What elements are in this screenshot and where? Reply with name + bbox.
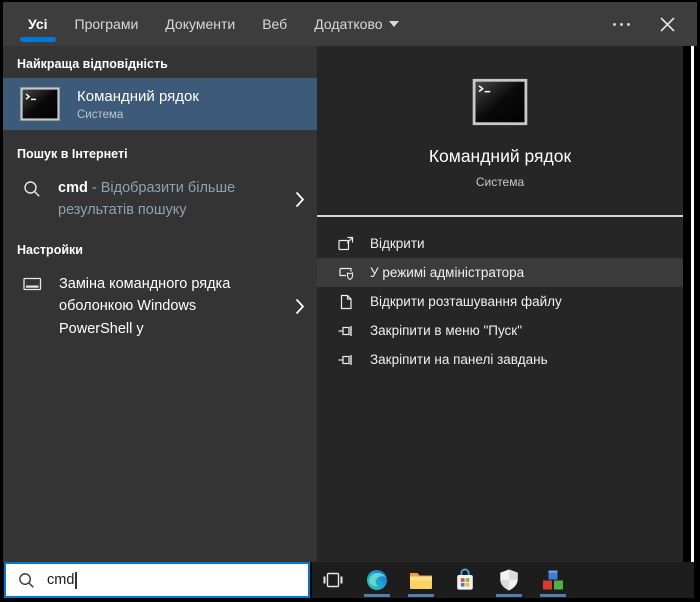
microsoft-edge-button[interactable] <box>362 562 392 598</box>
web-search-result[interactable]: cmd - Відобразити більше результатів пош… <box>3 168 317 228</box>
tab-more[interactable]: Додатково <box>314 3 399 45</box>
tab-web-label: Веб <box>262 16 288 32</box>
settings-result[interactable]: Заміна командного рядка оболонкою Window… <box>3 264 317 346</box>
command-prompt-icon-large <box>472 78 528 126</box>
action-open-label: Відкрити <box>370 236 425 251</box>
taskbar <box>312 562 694 598</box>
search-input-value: cmd <box>47 572 75 588</box>
file-location-icon <box>337 294 355 310</box>
action-pin-to-taskbar-label: Закріпити на панелі завдань <box>370 352 548 367</box>
text-cursor <box>75 571 77 589</box>
preview-separator <box>317 215 683 217</box>
microsoft-store-icon <box>457 568 473 590</box>
task-view-icon <box>323 572 343 588</box>
colored-blocks-app-button[interactable] <box>538 562 568 598</box>
preview-title: Командний рядок <box>428 146 572 166</box>
tab-apps-label: Програми <box>74 16 139 32</box>
file-explorer-icon <box>410 573 432 589</box>
web-search-header: Пошук в Інтернеті <box>17 147 128 161</box>
admin-shield-icon <box>337 265 355 281</box>
file-explorer-button[interactable] <box>406 562 436 598</box>
frame-highlight-line <box>691 46 694 562</box>
results-panel: Найкраща відповідність Командний рядок С… <box>3 46 317 562</box>
more-options-icon[interactable] <box>613 22 630 26</box>
action-run-as-admin[interactable]: У режимі адміністратора <box>317 258 683 287</box>
chevron-down-icon <box>388 21 399 27</box>
search-icon <box>19 572 34 588</box>
search-filter-tabs: Усі Програми Документи Веб Додатково <box>3 2 697 46</box>
tab-web[interactable]: Веб <box>262 3 287 45</box>
close-icon[interactable] <box>660 16 675 32</box>
action-pin-to-start[interactable]: Закріпити в меню "Пуск" <box>317 316 683 345</box>
tab-all[interactable]: Усі <box>20 3 56 45</box>
command-prompt-icon <box>20 87 60 121</box>
action-open-file-location[interactable]: Відкрити розташування файлу <box>317 287 683 316</box>
tab-more-label: Додатково <box>314 16 383 32</box>
preview-panel: Командний рядок Система Відкрити У режим… <box>317 46 683 563</box>
preview-subtitle: Система <box>475 175 525 189</box>
best-match-title: Командний рядок <box>77 87 199 105</box>
search-input[interactable]: cmd <box>4 562 310 598</box>
search-icon <box>24 181 40 197</box>
search-flyout: Усі Програми Документи Веб Додатково Най… <box>0 0 700 602</box>
best-match-header: Найкраща відповідність <box>17 57 168 71</box>
active-tab-underline <box>20 37 56 42</box>
pin-icon <box>337 323 355 339</box>
pin-icon <box>337 352 355 368</box>
settings-result-label: Заміна командного рядка оболонкою Window… <box>59 275 231 337</box>
action-pin-to-start-label: Закріпити в меню "Пуск" <box>370 323 522 338</box>
chevron-right-icon <box>295 299 305 315</box>
web-search-query: cmd <box>58 180 88 196</box>
windows-security-button[interactable] <box>494 562 524 598</box>
task-view-button[interactable] <box>318 562 348 598</box>
action-run-as-admin-label: У режимі адміністратора <box>370 265 525 280</box>
tab-documents-label: Документи <box>165 16 236 32</box>
windows-security-icon <box>500 569 518 591</box>
microsoft-edge-icon <box>367 570 387 590</box>
best-match-subtitle: Система <box>77 108 124 121</box>
tab-documents[interactable]: Документи <box>165 3 235 45</box>
console-window-icon <box>23 277 42 291</box>
microsoft-store-button[interactable] <box>450 562 480 598</box>
web-search-text: cmd - Відобразити більше результатів пош… <box>58 177 256 222</box>
tab-apps[interactable]: Програми <box>75 3 139 45</box>
chevron-right-icon <box>295 191 305 208</box>
settings-header: Настройки <box>17 242 83 257</box>
colored-blocks-app-icon <box>543 570 563 590</box>
action-pin-to-taskbar[interactable]: Закріпити на панелі завдань <box>317 345 683 374</box>
action-open-file-location-label: Відкрити розташування файлу <box>370 294 562 309</box>
best-match-result[interactable]: Командний рядок Система <box>3 78 317 130</box>
open-icon <box>337 236 355 252</box>
tab-all-label: Усі <box>28 16 48 32</box>
action-open[interactable]: Відкрити <box>317 229 683 258</box>
